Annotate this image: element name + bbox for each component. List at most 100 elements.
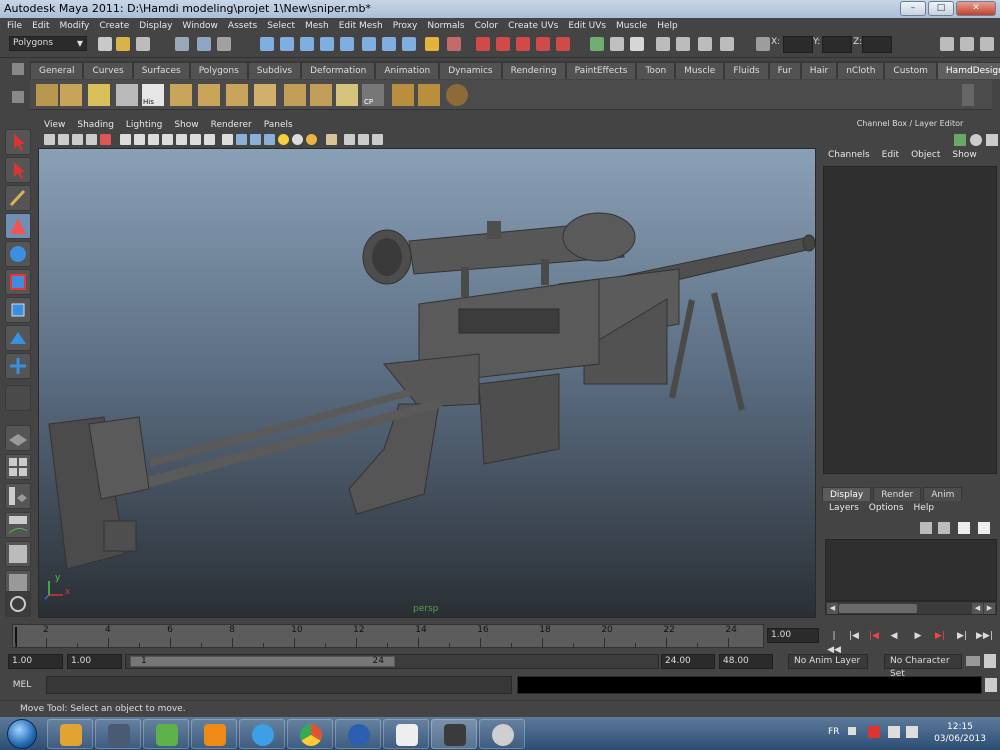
quick-select-icon[interactable]	[630, 37, 644, 51]
render-settings-icon[interactable]	[516, 37, 530, 51]
scrollbar-thumb[interactable]	[839, 604, 917, 613]
go-to-end-icon[interactable]: ▶▶|	[976, 629, 993, 643]
tab-ncloth[interactable]: nCloth	[837, 62, 885, 79]
render-current-frame-icon[interactable]	[476, 37, 490, 51]
select-component-icon[interactable]	[217, 37, 231, 51]
shelf-tool-6-icon[interactable]	[170, 84, 192, 106]
panel-menu-view[interactable]: View	[38, 120, 71, 130]
graph-editor-layout-icon[interactable]	[5, 512, 31, 538]
attribute-editor-icon[interactable]	[656, 37, 670, 51]
tab-curves[interactable]: Curves	[83, 62, 133, 79]
rotate-tool-icon[interactable]	[5, 241, 31, 267]
show-menu[interactable]: Show	[946, 150, 982, 164]
shelf-scroll-icon[interactable]	[962, 84, 974, 106]
move-tool-icon[interactable]	[5, 213, 31, 239]
edit-menu[interactable]: Edit	[876, 150, 905, 164]
y-field[interactable]	[822, 36, 852, 53]
tab-render[interactable]: Render	[873, 487, 922, 501]
range-end-field[interactable]: 48.00	[719, 654, 773, 669]
shelf-tool-12-icon[interactable]	[336, 84, 358, 106]
layers-menu[interactable]: Layers	[824, 503, 864, 517]
scroll-left-end-icon[interactable]: ◀	[972, 603, 983, 614]
menu-assets[interactable]: Assets	[223, 21, 262, 31]
tab-anim[interactable]: Anim	[923, 487, 963, 501]
playback-start-field[interactable]: 1.00	[67, 654, 122, 669]
hypershade-icon[interactable]	[536, 37, 550, 51]
help-menu[interactable]: Help	[909, 503, 940, 517]
channel-box-icon[interactable]	[698, 37, 712, 51]
anim-layer-dropdown[interactable]: No Anim Layer	[788, 654, 868, 669]
rename-icon[interactable]	[610, 37, 624, 51]
keyboard-language[interactable]: FR	[828, 727, 839, 737]
taskbar-app-7[interactable]	[335, 719, 381, 749]
resolution-gate-icon[interactable]	[148, 134, 159, 145]
film-gate-icon[interactable]	[134, 134, 145, 145]
maximize-button[interactable]: □	[928, 1, 954, 16]
custom-layout-icon[interactable]	[5, 591, 31, 617]
camera-attributes-icon[interactable]	[58, 134, 69, 145]
snap-point-icon[interactable]	[300, 37, 314, 51]
menu-window[interactable]: Window	[177, 21, 223, 31]
new-scene-icon[interactable]	[98, 37, 112, 51]
textured-icon[interactable]	[264, 134, 275, 145]
range-slider[interactable]: 1 24	[125, 654, 659, 669]
move-up-icon[interactable]	[958, 522, 970, 534]
make-live-icon[interactable]	[340, 37, 354, 51]
wireframe-on-shaded-icon[interactable]	[250, 134, 261, 145]
tab-general[interactable]: General	[30, 62, 84, 79]
animation-preferences-icon[interactable]	[984, 654, 996, 668]
step-back-frame-icon[interactable]: |◀	[846, 629, 862, 643]
shelf-menu-icon[interactable]	[12, 91, 24, 103]
construction-history-icon[interactable]	[447, 37, 461, 51]
select-object-icon[interactable]	[197, 37, 211, 51]
tab-custom[interactable]: Custom	[884, 62, 937, 79]
step-forward-key-icon[interactable]: ▶|	[932, 629, 948, 643]
safe-action-icon[interactable]	[190, 134, 201, 145]
image-plane-icon[interactable]	[86, 134, 97, 145]
start-button[interactable]	[2, 719, 42, 749]
move-down-icon[interactable]	[978, 522, 990, 534]
menu-edit-mesh[interactable]: Edit Mesh	[334, 21, 388, 31]
current-frame-field[interactable]: 1.00	[767, 628, 819, 643]
action-center-icon[interactable]	[868, 726, 880, 738]
scroll-right-icon[interactable]: ▶	[984, 603, 995, 614]
tab-dynamics[interactable]: Dynamics	[439, 62, 502, 79]
show-tool-settings-icon[interactable]	[960, 37, 974, 51]
last-tool-icon[interactable]	[5, 385, 31, 411]
shelf-tool-16-icon[interactable]	[446, 84, 468, 106]
go-to-start-icon[interactable]: |◀◀	[826, 629, 842, 655]
render-view-icon[interactable]	[556, 37, 570, 51]
shelf-tool-14-icon[interactable]	[392, 84, 414, 106]
input-output-icon[interactable]	[382, 37, 396, 51]
new-layer-icon[interactable]	[920, 522, 932, 534]
menu-display[interactable]: Display	[134, 21, 177, 31]
show-hidden-icons-icon[interactable]	[848, 727, 856, 735]
taskbar-app-2[interactable]	[95, 719, 141, 749]
shadows-icon[interactable]	[306, 134, 317, 145]
single-perspective-layout-icon[interactable]	[5, 425, 31, 451]
tab-toon[interactable]: Toon	[636, 62, 676, 79]
menu-proxy[interactable]: Proxy	[388, 21, 423, 31]
panel-menu-shading[interactable]: Shading	[71, 120, 120, 130]
field-chart-icon[interactable]	[176, 134, 187, 145]
options-menu[interactable]: Options	[864, 503, 909, 517]
panel-menu-lighting[interactable]: Lighting	[120, 120, 168, 130]
show-attribute-editor-icon[interactable]	[940, 37, 954, 51]
layer-list[interactable]	[825, 539, 997, 601]
shelf-tool-3-icon[interactable]	[88, 84, 110, 106]
tab-polygons[interactable]: Polygons	[189, 62, 248, 79]
shelf-options-icon[interactable]	[12, 63, 24, 75]
snap-plane-icon[interactable]	[320, 37, 334, 51]
channel-box-panel[interactable]	[823, 166, 997, 474]
lasso-tool-icon[interactable]	[5, 157, 31, 183]
menu-muscle[interactable]: Muscle	[611, 21, 652, 31]
taskbar-app-5[interactable]	[239, 719, 285, 749]
channels-menu[interactable]: Channels	[822, 150, 876, 164]
shelf-tool-8-icon[interactable]	[226, 84, 248, 106]
ipr-render-icon[interactable]	[496, 37, 510, 51]
show-manipulator-icon[interactable]	[5, 353, 31, 379]
tab-fluids[interactable]: Fluids	[724, 62, 769, 79]
speed-icon[interactable]	[970, 134, 982, 146]
menu-color[interactable]: Color	[470, 21, 504, 31]
x-field[interactable]	[783, 36, 813, 53]
